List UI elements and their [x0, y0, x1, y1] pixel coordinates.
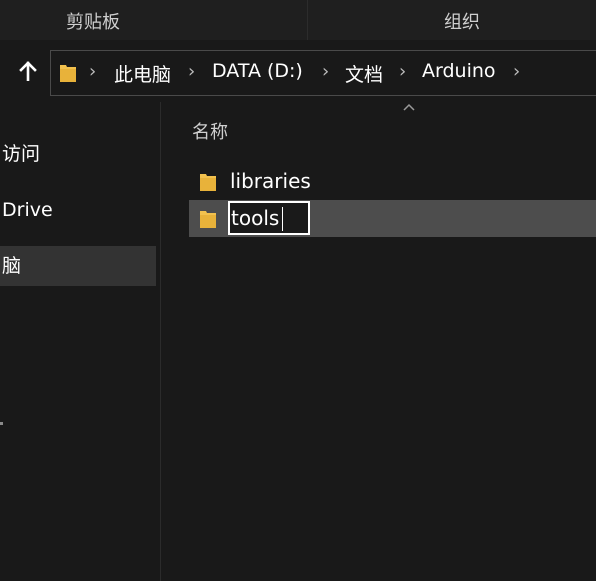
file-list: 名称 libraries tools — [161, 102, 596, 581]
ribbon-separator — [307, 0, 308, 40]
breadcrumb-chevron-icon[interactable]: › — [513, 61, 520, 82]
breadcrumb-chevron-icon[interactable]: › — [188, 61, 195, 82]
breadcrumb-this-pc[interactable]: 此电脑 — [114, 60, 171, 87]
rename-input-text: tools — [231, 206, 280, 230]
text-cursor — [282, 207, 283, 231]
folder-icon — [199, 209, 217, 233]
folder-icon — [199, 172, 217, 196]
up-button[interactable] — [15, 58, 41, 84]
sidebar-item-quick-access[interactable]: 访问 — [0, 134, 156, 174]
sidebar-item-label: Drive — [2, 199, 53, 221]
file-name: libraries — [230, 169, 311, 193]
up-arrow-icon — [19, 61, 37, 81]
breadcrumb-chevron-icon[interactable]: › — [399, 61, 406, 82]
breadcrumb-data-drive[interactable]: DATA (D:) — [212, 60, 303, 82]
column-header-name[interactable]: 名称 — [192, 118, 228, 144]
breadcrumb-documents[interactable]: 文档 — [345, 60, 383, 87]
file-row-tools[interactable]: tools — [189, 200, 596, 237]
breadcrumb-chevron-icon[interactable]: › — [89, 61, 96, 82]
sidebar-item-label: 脑 — [2, 255, 22, 277]
file-row-libraries[interactable]: libraries — [189, 163, 596, 200]
ribbon-group-clipboard-label: 剪贴板 — [66, 12, 120, 33]
breadcrumb-arduino[interactable]: Arduino — [422, 60, 496, 82]
sidebar-item-onedrive[interactable]: Drive — [0, 190, 156, 230]
sidebar-item-this-pc[interactable]: 脑 — [0, 246, 156, 286]
address-bar[interactable]: › 此电脑 › DATA (D:) › 文档 › Arduino › — [50, 50, 596, 96]
sidebar-item-label: 访问 — [2, 143, 41, 165]
navigation-bar: › 此电脑 › DATA (D:) › 文档 › Arduino › — [0, 40, 596, 102]
folder-icon — [58, 62, 78, 88]
breadcrumb-chevron-icon[interactable]: › — [322, 61, 329, 82]
ribbon-group-bar: 剪贴板 组织 — [0, 0, 596, 40]
navigation-pane: 访问 Drive 脑 — [0, 102, 160, 581]
file-explorer-window: 剪贴板 组织 › 此电脑 › DATA (D:) › 文档 › Arduino — [0, 0, 596, 581]
sidebar-item-partial-marker — [0, 422, 3, 425]
sort-ascending-icon — [403, 103, 415, 111]
ribbon-group-organize-label: 组织 — [444, 12, 480, 33]
rename-input[interactable]: tools — [228, 201, 310, 235]
